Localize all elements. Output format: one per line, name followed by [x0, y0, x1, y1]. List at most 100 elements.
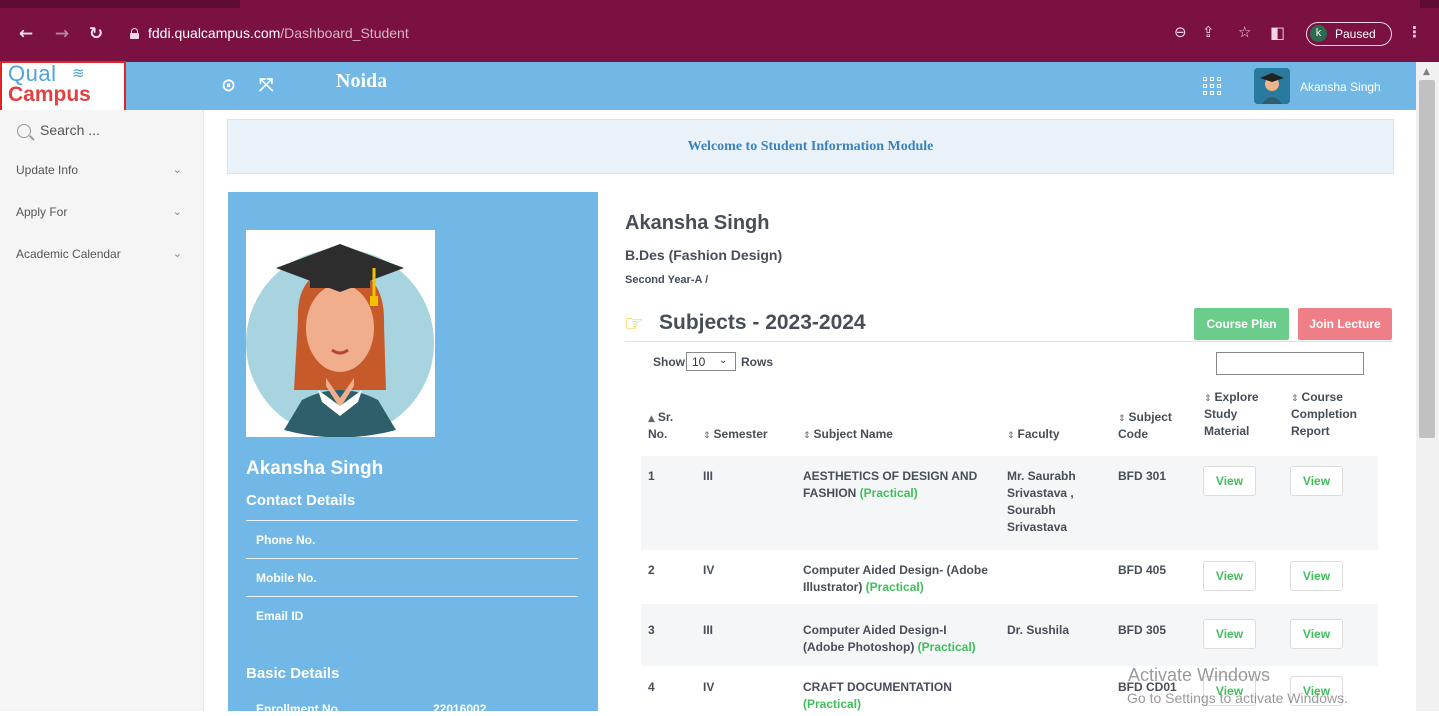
sidebar-item-label: Academic Calendar	[16, 247, 121, 261]
pointing-hand-icon: ☞	[624, 312, 644, 337]
cell-subject-name: CRAFT DOCUMENTATION (Practical)	[803, 680, 952, 711]
profile-status: Paused	[1335, 27, 1376, 41]
rows-per-page-select[interactable]: 10 ⌄	[686, 352, 736, 371]
column-header-subject-code[interactable]: ⇕ Subject Code	[1118, 409, 1172, 443]
course-plan-button[interactable]: Course Plan	[1194, 308, 1289, 340]
join-lecture-button[interactable]: Join Lecture	[1298, 308, 1392, 340]
column-header-sr-no[interactable]: ▲ Sr. No.	[648, 409, 673, 443]
sidebar-item-academic-calendar[interactable]: Academic Calendar ⌄	[16, 247, 192, 261]
header-user-name[interactable]: Akansha Singh	[1300, 80, 1381, 94]
welcome-text: Welcome to Student Information Module	[687, 139, 934, 154]
profile-name: Akansha Singh	[246, 458, 384, 479]
cell-sr-no: 4	[648, 680, 655, 694]
sidebar-search-input[interactable]: Search ...	[40, 122, 100, 138]
rows-per-page-value: 10	[692, 355, 706, 369]
mobile-label: Mobile No.	[256, 571, 317, 585]
avatar[interactable]	[1254, 68, 1290, 104]
view-study-material-button[interactable]: View	[1203, 466, 1256, 496]
cell-sr-no: 3	[648, 623, 655, 637]
sort-icon: ⇕	[803, 431, 811, 441]
email-label: Email ID	[256, 609, 304, 623]
chevron-down-icon: ⌄	[172, 247, 182, 260]
campus-location: Noida	[336, 70, 388, 92]
show-label: Show	[653, 355, 685, 369]
view-study-material-button[interactable]: View	[1203, 619, 1256, 649]
rows-label: Rows	[741, 355, 774, 369]
sidebar-item-update-info[interactable]: Update Info ⌄	[16, 163, 192, 177]
bookmark-star-icon[interactable]: ☆	[1238, 23, 1251, 41]
page-scrollbar[interactable]: ▲	[1416, 62, 1439, 711]
student-name: Akansha Singh	[625, 212, 770, 234]
chevron-down-icon: ⌄	[719, 355, 728, 366]
enrollment-label: Enrollment No.	[256, 702, 342, 716]
zoom-icon[interactable]: ⊖	[1174, 23, 1187, 41]
address-bar[interactable]: ← → ↻ fddi.qualcampus.com/Dashboard_Stud…	[0, 18, 1439, 62]
activate-windows-watermark: Activate Windows	[1128, 665, 1271, 685]
apps-grid-icon[interactable]	[1203, 77, 1223, 97]
student-year: Second Year-A /	[625, 274, 709, 286]
view-study-material-button[interactable]: View	[1203, 561, 1256, 591]
scrollbar-thumb[interactable]	[1419, 80, 1435, 438]
chevron-down-icon: ⌄	[172, 205, 182, 218]
column-header-explore-study-material[interactable]: ⇕ Explore Study Material	[1204, 389, 1259, 440]
search-icon[interactable]	[17, 124, 31, 138]
view-completion-report-button[interactable]: View	[1290, 619, 1343, 649]
cell-sr-no: 1	[648, 469, 655, 483]
cell-faculty: Mr. Saurabh Srivastava , Sourabh Srivast…	[1007, 469, 1076, 534]
cell-semester: III	[703, 623, 714, 637]
welcome-banner: Welcome to Student Information Module	[227, 119, 1394, 174]
sort-icon: ⇕	[1204, 394, 1212, 404]
share-icon[interactable]: ⇪	[1202, 23, 1215, 41]
sort-icon: ⇕	[1118, 414, 1126, 424]
sort-asc-icon: ▲	[648, 414, 655, 424]
side-panel-icon[interactable]: ◧	[1270, 23, 1285, 42]
profile-photo	[246, 230, 435, 438]
cell-sr-no: 2	[648, 563, 655, 577]
scroll-up-icon[interactable]: ▲	[1423, 67, 1430, 77]
cell-semester: IV	[703, 563, 715, 577]
phone-label: Phone No.	[256, 533, 316, 547]
column-header-semester[interactable]: ⇕ Semester	[703, 426, 768, 443]
sidebar-item-label: Update Info	[16, 163, 79, 177]
reload-icon[interactable]: ↻	[84, 22, 108, 46]
table-search-input[interactable]	[1216, 352, 1364, 375]
cell-subject-code: BFD 301	[1118, 469, 1167, 483]
column-header-subject-name[interactable]: ⇕ Subject Name	[803, 426, 893, 443]
sidebar-item-apply-for[interactable]: Apply For ⌄	[16, 205, 192, 219]
cell-subject-name: Computer Aided Design-I (Adobe Photoshop…	[803, 623, 976, 654]
basic-details-heading: Basic Details	[246, 665, 340, 682]
cell-faculty: Dr. Sushila	[1007, 623, 1070, 637]
sidebar: Search ... Update Info ⌄ Apply For ⌄ Aca…	[0, 110, 204, 711]
cell-subject-name: Computer Aided Design- (Adobe Illustrato…	[803, 563, 988, 594]
view-completion-report-button[interactable]: View	[1290, 561, 1343, 591]
cell-subject-code: BFD 305	[1118, 623, 1167, 637]
forward-icon[interactable]: →	[50, 22, 74, 46]
divider	[625, 341, 1393, 342]
logo-text-bottom: Campus	[8, 83, 91, 106]
cell-subject-name: AESTHETICS OF DESIGN AND FASHION (Practi…	[803, 469, 978, 500]
view-completion-report-button[interactable]: View	[1290, 466, 1343, 496]
chevron-down-icon: ⌄	[172, 163, 182, 176]
collapse-sidebar-icon[interactable]: ⊙	[221, 75, 236, 96]
column-header-course-completion-report[interactable]: ⇕ Course Completion Report	[1291, 389, 1357, 440]
cell-subject-code: BFD 405	[1118, 563, 1167, 577]
enrollment-value: 22016002	[433, 702, 487, 716]
cell-semester: IV	[703, 680, 715, 694]
fullscreen-icon[interactable]: ⤧	[259, 75, 273, 96]
url-text[interactable]: fddi.qualcampus.com/Dashboard_Student	[148, 25, 409, 41]
sort-icon: ⇕	[703, 431, 711, 441]
sort-icon: ⇕	[1291, 394, 1299, 404]
sidebar-item-label: Apply For	[16, 205, 68, 219]
browser-toolbar: ← → ↻ fddi.qualcampus.com/Dashboard_Stud…	[0, 0, 1439, 62]
contact-details-heading: Contact Details	[246, 492, 356, 509]
profile-card: Akansha Singh Contact Details Phone No. …	[228, 192, 598, 716]
divider	[246, 596, 578, 597]
kebab-menu-icon[interactable]: ⋮	[1407, 23, 1422, 41]
column-header-faculty[interactable]: ⇕ Faculty	[1007, 426, 1060, 443]
cell-semester: III	[703, 469, 714, 483]
student-program: B.Des (Fashion Design)	[625, 247, 783, 263]
profile-avatar: k	[1310, 25, 1327, 42]
divider	[246, 558, 578, 559]
profile-button[interactable]: k Paused	[1306, 22, 1392, 46]
back-icon[interactable]: ←	[14, 22, 38, 46]
